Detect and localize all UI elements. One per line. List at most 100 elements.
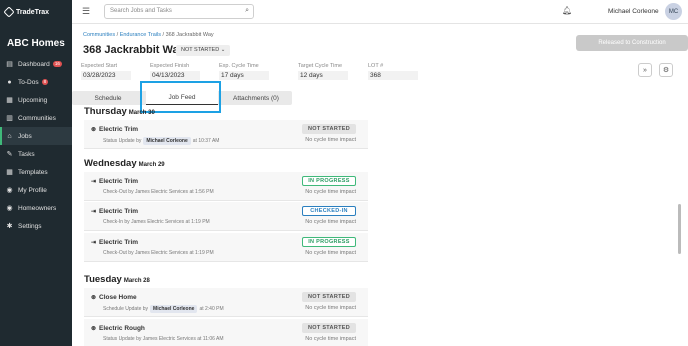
brand-name: TradeTrax (16, 8, 50, 16)
company-name: James Electric Services (131, 219, 185, 225)
meta-label: Expected Finish (150, 63, 190, 69)
time-text: at 1:19 PM (185, 219, 210, 225)
job-feed: Thursday March 30 ⊛ Electric Trim Status Upd… (72, 106, 372, 346)
calendar-icon: ▦ (6, 97, 13, 104)
feed-item-title: ⇥ Electric Trim (91, 208, 138, 215)
tab-attachments[interactable]: Attachments (0) (220, 91, 292, 105)
feed-item-detail: Status Update by James Electric Services… (103, 336, 224, 342)
sidebar-item-jobs[interactable]: ⌂ Jobs (0, 127, 72, 145)
feed-item-title: ⊛ Electric Trim (91, 126, 138, 133)
sidebar-nav: ▤ Dashboard 16 ● To-Dos 8 ▦ Upcoming ▥ Communitie… (0, 55, 72, 235)
feed-item-title: ⇥ Electric Trim (91, 239, 138, 246)
status-badge: IN PROGRESS (302, 237, 356, 247)
user-name[interactable]: Michael Corleone (608, 8, 659, 15)
breadcrumb-communities[interactable]: Communities (83, 32, 115, 38)
bell-icon[interactable]: 🔔︎ (562, 6, 572, 15)
sidebar-item-my-profile[interactable]: ◉ My Profile (0, 181, 72, 199)
meta-field: Expected Start 03/28/2023 (81, 63, 131, 80)
time-text: at 11:06 AM (197, 336, 224, 342)
cycle-impact: No cycle time impact (305, 250, 356, 256)
todo-icon: ● (7, 78, 12, 86)
collapse-icon[interactable]: » (638, 63, 652, 77)
search-placeholder: Search Jobs and Tasks (110, 8, 172, 14)
topbar: ☰ Search Jobs and Tasks ⌕ 🔔︎ Michael Corl… (72, 0, 688, 24)
cycle-impact: No cycle time impact (305, 305, 356, 311)
day-name: Wednesday (84, 158, 137, 169)
menu-icon[interactable]: ☰ (82, 6, 90, 17)
brand-logo[interactable]: TradeTrax (0, 0, 72, 24)
status-badge: NOT STARTED (302, 323, 356, 333)
sidebar-item-communities[interactable]: ▥ Communities (0, 109, 72, 127)
day-heading: Tuesday March 28 (84, 274, 150, 285)
user-chip[interactable]: Michael Corleone (143, 137, 191, 145)
cycle-impact: No cycle time impact (305, 336, 356, 342)
feed-item[interactable]: ⇥ Electric Trim Check-Out by James Electri… (84, 172, 368, 201)
sidebar-item-settings[interactable]: ✱ Settings (0, 217, 72, 235)
sidebar-item-templates[interactable]: ▦ Templates (0, 163, 72, 181)
task-name: Electric Trim (99, 208, 139, 215)
feed-item-title: ⇥ Electric Trim (91, 178, 138, 185)
sidebar-item-homeowners[interactable]: ◉ Homeowners (0, 199, 72, 217)
gear-icon[interactable]: ⚙ (659, 63, 673, 77)
feed-item-detail: Check-Out by James Electric Services at … (103, 189, 214, 195)
feed-item[interactable]: ⇥ Electric Trim Check-In by James Electric… (84, 202, 368, 231)
feed-item-detail: Schedule Update by Michael Corleone at 2:4… (103, 305, 224, 313)
feed-item[interactable]: ⊛ Electric Rough Status Update by James El… (84, 319, 368, 346)
feed-item[interactable]: ⇥ Electric Trim Check-Out by James Electri… (84, 233, 368, 262)
breadcrumb-community[interactable]: Endurance Trails (120, 32, 161, 38)
tab-schedule[interactable]: Schedule (72, 91, 144, 105)
user-chip[interactable]: Michael Corleone (150, 305, 198, 313)
search-icon[interactable]: ⌕ (245, 7, 249, 15)
status-badge: NOT STARTED (302, 124, 356, 134)
sidebar-item-to-dos[interactable]: ● To-Dos 8 (0, 73, 72, 91)
feed-item-detail: Check-Out by James Electric Services at … (103, 250, 214, 256)
status-dropdown[interactable]: NOT STARTED ⌄ (176, 45, 231, 56)
count-badge: 8 (41, 79, 49, 85)
sidebar-item-label: Settings (18, 222, 42, 230)
meta-field: Exp. Cycle Time 17 days (219, 63, 269, 80)
dashboard-icon: ▤ (6, 61, 13, 68)
avatar[interactable]: MC (665, 3, 682, 20)
day-heading: Thursday March 30 (84, 106, 155, 117)
feed-item[interactable]: ⊛ Electric Trim Status Update by Michael Co… (84, 120, 368, 149)
sidebar-item-tasks[interactable]: ✎ Tasks (0, 145, 72, 163)
company-name: ABC Homes (7, 38, 65, 49)
feed-item[interactable]: ⊛ Close Home Schedule Update by Michael Cor… (84, 288, 368, 317)
day-heading: Wednesday March 29 (84, 158, 165, 169)
status-badge: IN PROGRESS (302, 176, 356, 186)
task-name: Close Home (99, 294, 137, 301)
sidebar-item-label: Dashboard (18, 60, 50, 68)
check-in-out-icon: ⇥ (91, 179, 97, 185)
template-icon: ▦ (6, 169, 13, 176)
cycle-impact: No cycle time impact (305, 219, 356, 225)
check-in-out-icon: ⇥ (91, 240, 97, 246)
action-text: Check-Out by (103, 250, 134, 256)
meta-label: Target Cycle Time (298, 63, 343, 69)
sidebar-item-label: My Profile (18, 186, 47, 194)
release-button[interactable]: Released to Construction (576, 35, 688, 51)
search-input[interactable]: Search Jobs and Tasks ⌕ (104, 4, 254, 19)
community-icon: ▥ (6, 115, 13, 122)
time-text: at 10:37 AM (192, 138, 220, 144)
action-text: Status Update by (103, 336, 142, 342)
sidebar-item-label: Jobs (18, 132, 32, 140)
status-badge: CHECKED-IN (302, 206, 356, 216)
meta-field: Target Cycle Time 12 days (298, 63, 348, 80)
action-text: Check-Out by (103, 189, 134, 195)
sidebar: TradeTrax ABC Homes ▤ Dashboard 16 ● To-Dos 8… (0, 0, 72, 346)
time-text: at 2:40 PM (199, 306, 224, 312)
scrollbar[interactable] (678, 204, 681, 254)
sidebar-item-dashboard[interactable]: ▤ Dashboard 16 (0, 55, 72, 73)
company-name: James Electric Services (134, 250, 189, 256)
home-icon: ⌂ (7, 132, 12, 140)
tradetrax-logo-icon (3, 6, 15, 18)
meta-value: 03/28/2023 (81, 71, 131, 80)
sidebar-item-label: Tasks (18, 150, 35, 158)
sidebar-item-upcoming[interactable]: ▦ Upcoming (0, 91, 72, 109)
meta-value: 368 (368, 71, 418, 80)
company-name: James Electric Services (134, 189, 189, 195)
homeowner-icon: ◉ (6, 205, 13, 212)
check-in-out-icon: ⇥ (91, 209, 97, 215)
meta-field: LOT # 368 (368, 63, 418, 80)
status-update-icon: ⊛ (91, 326, 97, 332)
